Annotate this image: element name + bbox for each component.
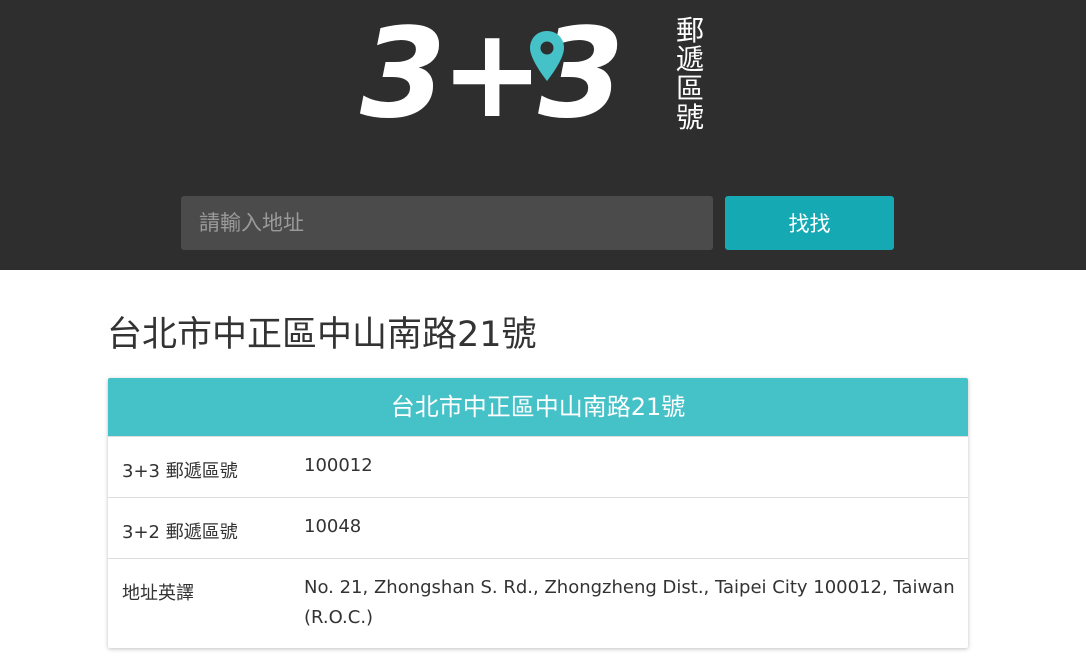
result-row-english-address: 地址英譯 No. 21, Zhongshan S. Rd., Zhongzhen… [108, 558, 968, 648]
logo-main-text: 3+3 [360, 2, 624, 146]
site-header: 3+3 郵遞區號 找找 [0, 0, 1086, 270]
result-row-zip-3plus3: 3+3 郵遞區號 100012 [108, 436, 968, 497]
search-button[interactable]: 找找 [725, 196, 894, 250]
row-label: 3+3 郵遞區號 [122, 461, 238, 482]
row-value: No. 21, Zhongshan S. Rd., Zhongzheng Dis… [304, 577, 955, 628]
row-value: 10048 [304, 516, 362, 537]
row-label: 地址英譯 [122, 583, 194, 604]
page-title: 台北市中正區中山南路21號 [107, 315, 537, 355]
row-label: 3+2 郵遞區號 [122, 522, 238, 543]
row-value: 100012 [304, 455, 373, 476]
result-card-header: 台北市中正區中山南路21號 [108, 378, 968, 436]
logo-subtitle: 郵遞區號 [675, 14, 704, 134]
address-search-input[interactable] [181, 196, 713, 250]
site-logo[interactable]: 3+3 郵遞區號 [360, 4, 720, 144]
result-row-zip-3plus2: 3+2 郵遞區號 10048 [108, 497, 968, 558]
map-pin-icon [530, 31, 564, 81]
result-card: 台北市中正區中山南路21號 3+3 郵遞區號 100012 3+2 郵遞區號 1… [108, 378, 968, 648]
